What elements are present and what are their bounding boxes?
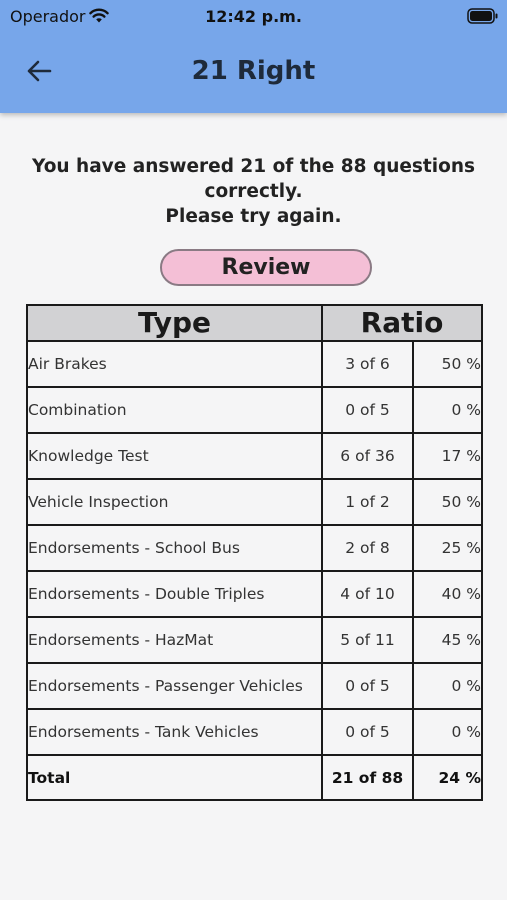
- row-percent: 40 %: [412, 570, 483, 618]
- table-row: Endorsements - School Bus 2 of 8 25 %: [26, 524, 483, 572]
- total-count: 21 of 88: [321, 754, 414, 801]
- row-count: 0 of 5: [321, 708, 414, 756]
- row-count: 1 of 2: [321, 478, 414, 526]
- row-percent: 0 %: [412, 662, 483, 710]
- row-type: Air Brakes: [26, 340, 323, 388]
- row-count: 2 of 8: [321, 524, 414, 572]
- row-percent: 0 %: [412, 386, 483, 434]
- type-column-header: Type: [26, 304, 323, 342]
- row-type: Combination: [26, 386, 323, 434]
- result-message-line-3: Please try again.: [165, 206, 342, 227]
- row-count: 0 of 5: [321, 386, 414, 434]
- table-row: Air Brakes 3 of 6 50 %: [26, 340, 483, 388]
- row-percent: 45 %: [412, 616, 483, 664]
- row-type: Endorsements - Passenger Vehicles: [26, 662, 323, 710]
- row-type: Endorsements - Tank Vehicles: [26, 708, 323, 756]
- table-row: Endorsements - Double Triples 4 of 10 40…: [26, 570, 483, 618]
- status-bar: Operador 12:42 p.m.: [0, 0, 507, 34]
- row-count: 6 of 36: [321, 432, 414, 480]
- table-row: Endorsements - Tank Vehicles 0 of 5 0 %: [26, 708, 483, 756]
- review-button[interactable]: Review: [160, 249, 372, 286]
- battery-icon: [467, 8, 499, 28]
- row-count: 0 of 5: [321, 662, 414, 710]
- row-percent: 0 %: [412, 708, 483, 756]
- row-percent: 50 %: [412, 340, 483, 388]
- total-label: Total: [26, 754, 323, 801]
- table-row: Endorsements - HazMat 5 of 11 45 %: [26, 616, 483, 664]
- row-type: Endorsements - Double Triples: [26, 570, 323, 618]
- result-message: You have answered 21 of the 88 questions…: [20, 154, 487, 229]
- row-count: 5 of 11: [321, 616, 414, 664]
- row-percent: 17 %: [412, 432, 483, 480]
- ratio-column-header: Ratio: [321, 304, 483, 342]
- row-count: 3 of 6: [321, 340, 414, 388]
- row-count: 4 of 10: [321, 570, 414, 618]
- app-header: Operador 12:42 p.m. 21 Right: [0, 0, 507, 113]
- row-type: Endorsements - School Bus: [26, 524, 323, 572]
- table-total-row: Total 21 of 88 24 %: [26, 754, 483, 801]
- table-row: Endorsements - Passenger Vehicles 0 of 5…: [26, 662, 483, 710]
- result-message-line-1: You have answered 21 of the 88 questions: [32, 156, 475, 177]
- row-type: Knowledge Test: [26, 432, 323, 480]
- results-table: Type Ratio Air Brakes 3 of 6 50 % Combin…: [26, 304, 483, 801]
- status-time: 12:42 p.m.: [205, 7, 302, 26]
- total-percent: 24 %: [412, 754, 483, 801]
- table-row: Combination 0 of 5 0 %: [26, 386, 483, 434]
- row-type: Endorsements - HazMat: [26, 616, 323, 664]
- row-type: Vehicle Inspection: [26, 478, 323, 526]
- table-header-row: Type Ratio: [26, 304, 483, 342]
- result-message-line-2: correctly.: [204, 181, 303, 202]
- table-row: Knowledge Test 6 of 36 17 %: [26, 432, 483, 480]
- row-percent: 25 %: [412, 524, 483, 572]
- row-percent: 50 %: [412, 478, 483, 526]
- page-title: 21 Right: [191, 56, 316, 86]
- table-row: Vehicle Inspection 1 of 2 50 %: [26, 478, 483, 526]
